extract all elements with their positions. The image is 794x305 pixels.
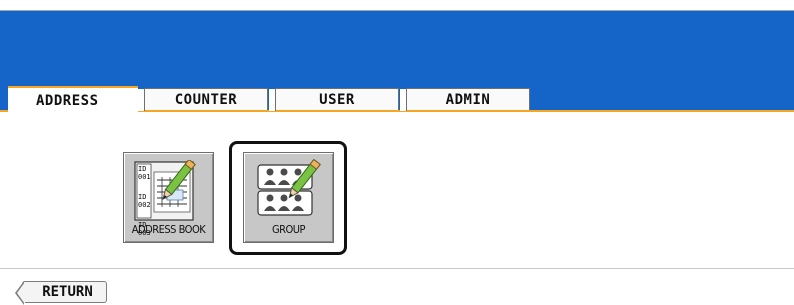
screen: ADDRESS COUNTER USER ADMIN ID 001 ID 002… xyxy=(0,0,794,305)
header-bar xyxy=(0,10,794,87)
tab-counter[interactable]: COUNTER xyxy=(138,88,268,111)
address-book-button[interactable]: ID 001 ID 002 ID 003 ADDRESS BOOK xyxy=(123,152,214,243)
tab-separator xyxy=(138,89,145,111)
return-button[interactable]: RETURN xyxy=(15,281,107,305)
group-button[interactable]: GROUP xyxy=(243,152,334,243)
tab-separator xyxy=(269,89,276,111)
return-label: RETURN xyxy=(42,284,93,300)
tab-address-label: ADDRESS xyxy=(36,92,99,109)
main-content xyxy=(0,112,794,270)
tab-admin-label: ADMIN xyxy=(445,91,491,108)
address-book-label: ADDRESS BOOK xyxy=(131,223,206,236)
tab-user[interactable]: USER xyxy=(269,88,399,111)
tab-counter-label: COUNTER xyxy=(174,91,238,108)
footer xyxy=(0,269,794,305)
tab-separator xyxy=(400,89,407,111)
tab-admin[interactable]: ADMIN xyxy=(400,88,530,111)
back-arrow-fill xyxy=(17,282,25,304)
group-label: GROUP xyxy=(271,223,306,236)
tab-address[interactable]: ADDRESS xyxy=(8,86,138,113)
group-icon xyxy=(257,159,321,216)
id-line: ID 002 xyxy=(138,193,151,209)
tab-user-label: USER xyxy=(319,91,355,108)
id-line: ID 001 xyxy=(138,165,151,181)
